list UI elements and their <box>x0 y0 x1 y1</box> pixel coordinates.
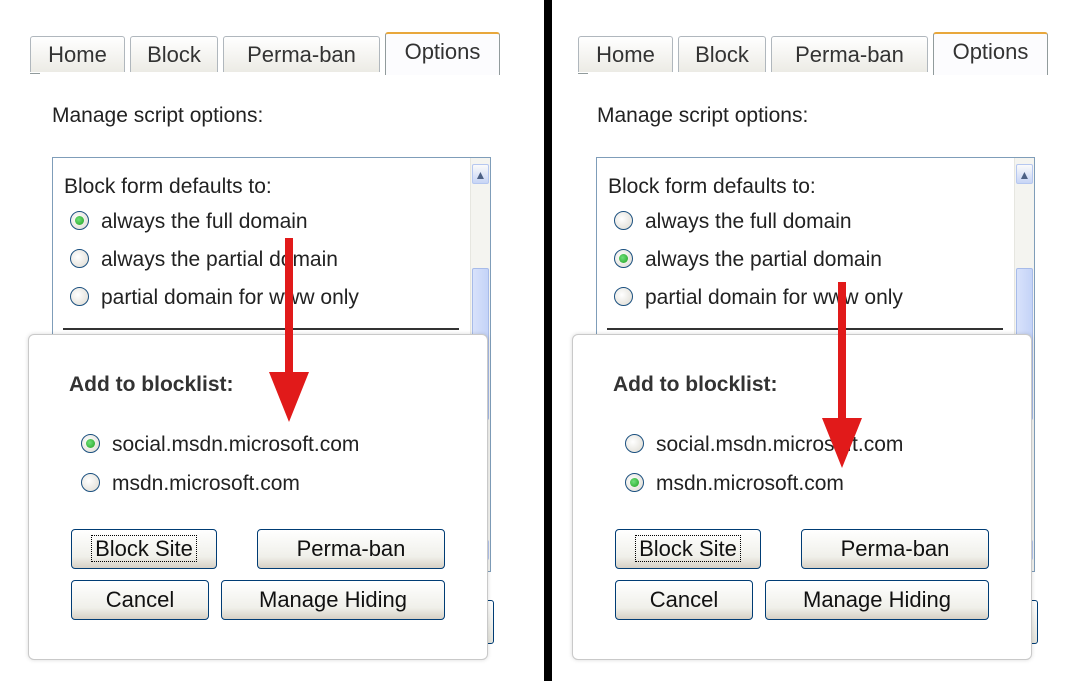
default-full-domain-option[interactable]: always the full domain <box>614 208 852 236</box>
blocklist-option-domain[interactable]: msdn.microsoft.com <box>625 470 844 498</box>
blocklist-option-subdomain[interactable]: social.msdn.microsoft.com <box>81 431 359 459</box>
radio-icon[interactable] <box>614 210 633 230</box>
blocklist-option-domain[interactable]: msdn.microsoft.com <box>81 470 300 498</box>
popup-title: Add to blocklist: <box>69 373 234 396</box>
perma-ban-button[interactable]: Perma-ban <box>257 529 445 569</box>
tab-perma-ban[interactable]: Perma-ban <box>223 36 380 72</box>
default-partial-domain-option[interactable]: always the partial domain <box>614 246 882 274</box>
red-arrow-annotation <box>822 282 862 472</box>
radio-icon[interactable] <box>614 286 633 306</box>
cancel-button[interactable]: Cancel <box>71 580 209 620</box>
radio-icon[interactable] <box>70 286 89 306</box>
manage-hiding-button[interactable]: Manage Hiding <box>221 580 445 620</box>
option-label: always the partial domain <box>645 248 882 271</box>
tab-perma-ban[interactable]: Perma-ban <box>771 36 928 72</box>
radio-icon[interactable] <box>81 433 100 453</box>
block-form-heading: Block form defaults to: <box>608 175 816 198</box>
default-full-domain-option[interactable]: always the full domain <box>70 208 308 236</box>
option-label: always the full domain <box>101 210 308 233</box>
option-label: msdn.microsoft.com <box>112 472 300 495</box>
radio-icon[interactable] <box>625 433 644 453</box>
block-site-button[interactable]: Block Site <box>615 529 761 569</box>
manage-options-label: Manage script options: <box>52 104 264 127</box>
options-panel-left: Home Block Perma-ban Options Manage scri… <box>0 0 544 681</box>
tab-home[interactable]: Home <box>30 36 125 72</box>
button-label: Block Site <box>635 535 741 562</box>
scroll-up-arrow-icon[interactable]: ▲ <box>1016 164 1033 184</box>
tab-block[interactable]: Block <box>130 36 218 72</box>
divider <box>607 328 1003 330</box>
tab-block[interactable]: Block <box>678 36 766 72</box>
radio-icon[interactable] <box>70 248 89 268</box>
manage-options-label: Manage script options: <box>597 104 809 127</box>
tab-home[interactable]: Home <box>578 36 673 72</box>
perma-ban-button[interactable]: Perma-ban <box>801 529 989 569</box>
block-site-button[interactable]: Block Site <box>71 529 217 569</box>
default-www-only-option[interactable]: partial domain for www only <box>70 284 359 312</box>
add-to-blocklist-popup: Add to blocklist: social.msdn.microsoft.… <box>28 334 488 660</box>
divider <box>63 328 459 330</box>
block-form-heading: Block form defaults to: <box>64 175 272 198</box>
option-label: partial domain for www only <box>101 286 359 309</box>
cancel-button[interactable]: Cancel <box>615 580 753 620</box>
radio-icon[interactable] <box>614 248 633 268</box>
manage-hiding-button[interactable]: Manage Hiding <box>765 580 989 620</box>
tab-options[interactable]: Options <box>385 32 500 75</box>
options-panel-right: Home Block Perma-ban Options Manage scri… <box>552 0 1079 681</box>
radio-icon[interactable] <box>81 472 100 492</box>
red-arrow-annotation <box>269 238 309 422</box>
radio-icon[interactable] <box>625 472 644 492</box>
option-label: always the full domain <box>645 210 852 233</box>
tab-options[interactable]: Options <box>933 32 1048 75</box>
radio-icon[interactable] <box>70 210 89 230</box>
button-label: Block Site <box>91 535 197 562</box>
option-label: partial domain for www only <box>645 286 903 309</box>
scroll-up-arrow-icon[interactable]: ▲ <box>472 164 489 184</box>
popup-title: Add to blocklist: <box>613 373 778 396</box>
add-to-blocklist-popup: Add to blocklist: social.msdn.microsoft.… <box>572 334 1032 660</box>
option-label: social.msdn.microsoft.com <box>656 433 904 456</box>
option-label: social.msdn.microsoft.com <box>112 433 360 456</box>
option-label: msdn.microsoft.com <box>656 472 844 495</box>
